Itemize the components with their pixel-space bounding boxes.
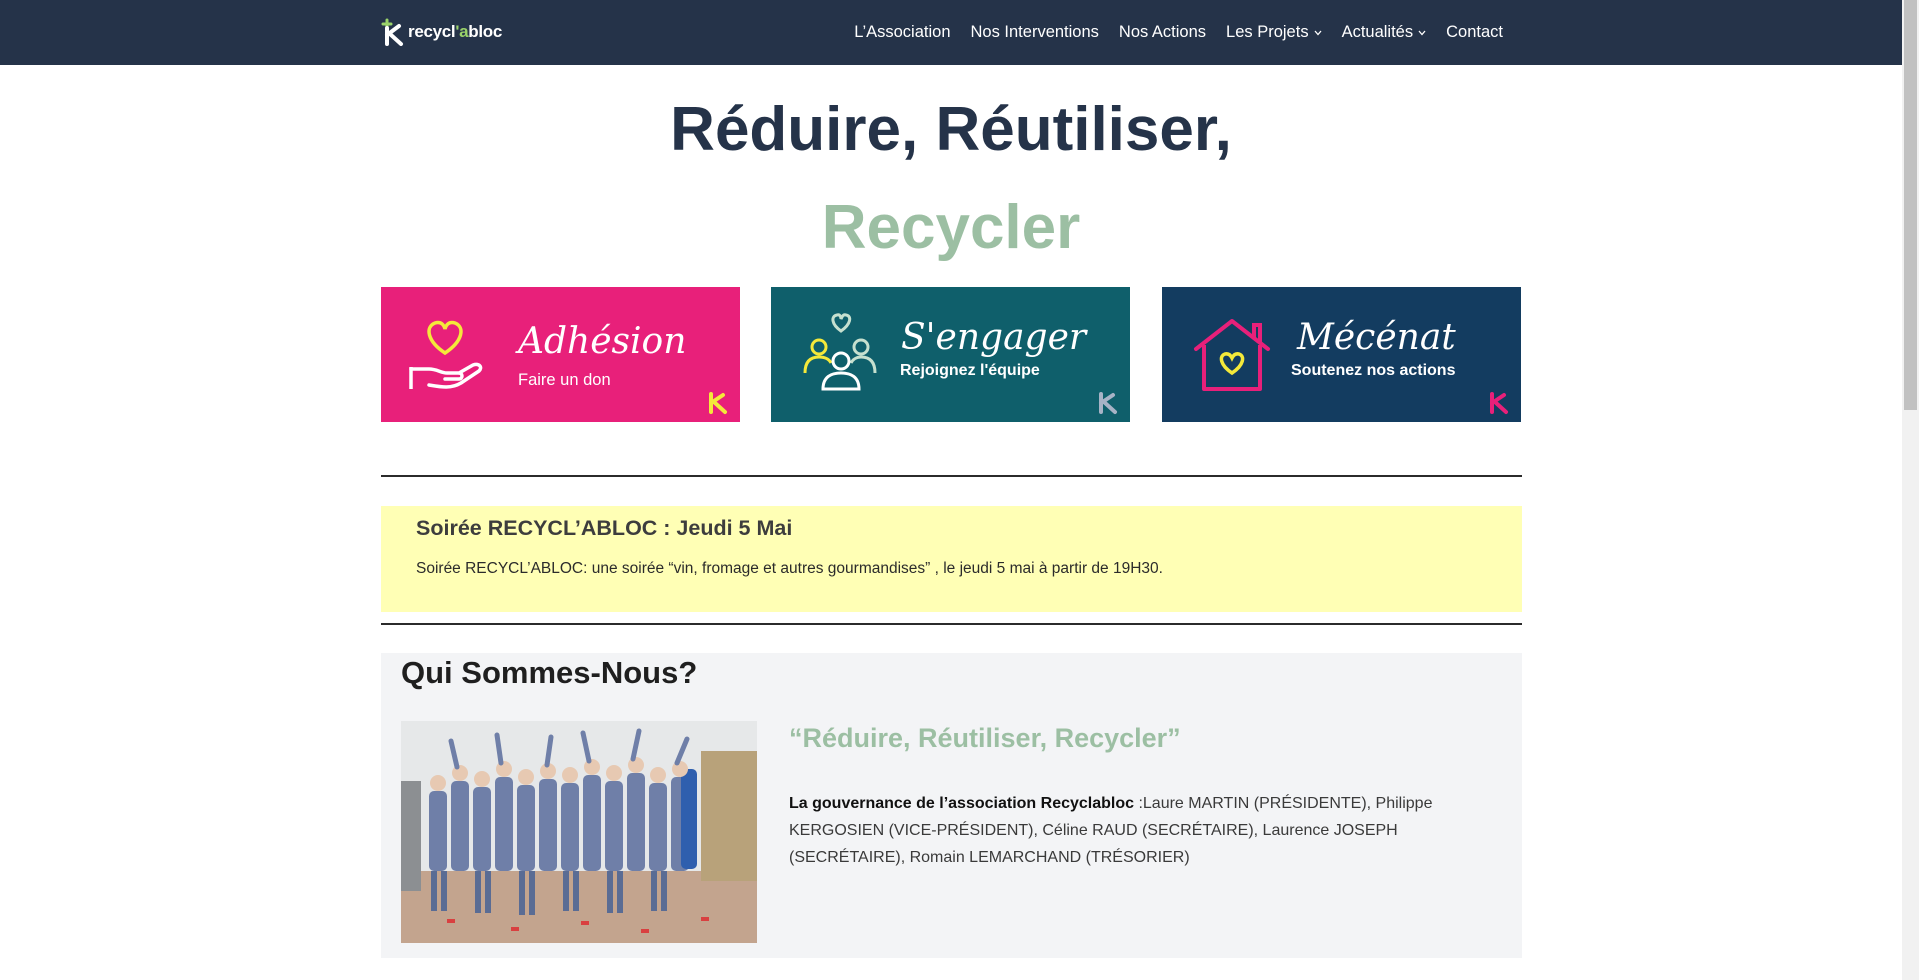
section-divider xyxy=(381,475,1522,477)
chevron-down-icon xyxy=(1418,30,1426,35)
governance-label: La gouvernance de l’association Recyclab… xyxy=(789,795,1135,812)
card-sengager[interactable]: S'engager Rejoignez l'équipe xyxy=(771,287,1130,422)
logo-prefix: recycl xyxy=(408,22,456,41)
about-title: Qui Sommes-Nous? xyxy=(401,655,698,690)
card-title: Adhésion xyxy=(518,321,687,362)
hero-title: Réduire, Réutiliser, xyxy=(670,95,1232,164)
nav-label: L’Association xyxy=(854,23,951,41)
hero-subtitle: Recycler xyxy=(821,193,1081,262)
logo-mark-icon xyxy=(709,392,727,414)
house-heart-icon xyxy=(1194,319,1270,391)
event-text: Soirée RECYCL’ABLOC: une soirée “vin, fr… xyxy=(416,560,1163,577)
about-quote: “Réduire, Réutiliser, Recycler” xyxy=(789,723,1181,753)
site-header: recycl'abloc L’Association Nos Intervent… xyxy=(0,0,1902,65)
card-mecenat[interactable]: Mécénat Soutenez nos actions xyxy=(1162,287,1521,422)
event-title[interactable]: Soirée RECYCL’ABLOC : Jeudi 5 Mai xyxy=(416,516,792,541)
nav-item-actions[interactable]: Nos Actions xyxy=(1119,23,1206,42)
nav-label: Les Projets xyxy=(1226,23,1309,41)
nav-label: Nos Actions xyxy=(1118,23,1207,41)
logo-apostrophe: 'a xyxy=(455,22,469,41)
nav-label: Actualités xyxy=(1341,23,1414,41)
team-photo xyxy=(401,721,757,943)
card-subtitle: Soutenez nos actions xyxy=(1291,362,1456,379)
nav-item-contact[interactable]: Contact xyxy=(1446,23,1503,42)
site-logo[interactable]: recycl'abloc xyxy=(381,17,502,47)
nav-item-actualites[interactable]: Actualités xyxy=(1342,23,1427,42)
team-photo-image xyxy=(401,721,757,943)
team-heart-icon xyxy=(803,313,877,391)
logo-icon xyxy=(381,18,403,46)
nav-item-projets[interactable]: Les Projets xyxy=(1226,23,1322,42)
heart-hand-icon xyxy=(409,320,483,389)
event-banner: Soirée RECYCL’ABLOC : Jeudi 5 Mai Soirée… xyxy=(381,506,1522,612)
nav-label: Nos Interventions xyxy=(970,23,1099,41)
nav-item-association[interactable]: L’Association xyxy=(854,23,950,42)
card-adhesion[interactable]: Adhésion Faire un don xyxy=(381,287,740,422)
logo-mark-icon xyxy=(1490,392,1508,414)
card-title: Mécénat xyxy=(1297,317,1456,358)
card-title: S'engager xyxy=(901,317,1087,358)
logo-suffix: bloc xyxy=(468,22,503,41)
about-section: Qui Sommes-Nous? “Réduire, Réutiliser, R… xyxy=(381,653,1522,958)
card-subtitle: Faire un don xyxy=(518,371,611,389)
logo-text: recycl'abloc xyxy=(408,22,502,42)
logo-mark-icon xyxy=(1099,392,1117,414)
governance-text: La gouvernance de l’association Recyclab… xyxy=(789,790,1489,871)
nav-item-interventions[interactable]: Nos Interventions xyxy=(971,23,1099,42)
chevron-down-icon xyxy=(1314,30,1322,35)
card-subtitle: Rejoignez l'équipe xyxy=(900,362,1040,379)
page-scrollbar[interactable] xyxy=(1902,0,1919,980)
nav-label: Contact xyxy=(1446,23,1503,41)
main-nav: L’Association Nos Interventions Nos Acti… xyxy=(834,0,1503,65)
scrollbar-thumb[interactable] xyxy=(1904,0,1917,410)
section-divider xyxy=(381,623,1522,625)
